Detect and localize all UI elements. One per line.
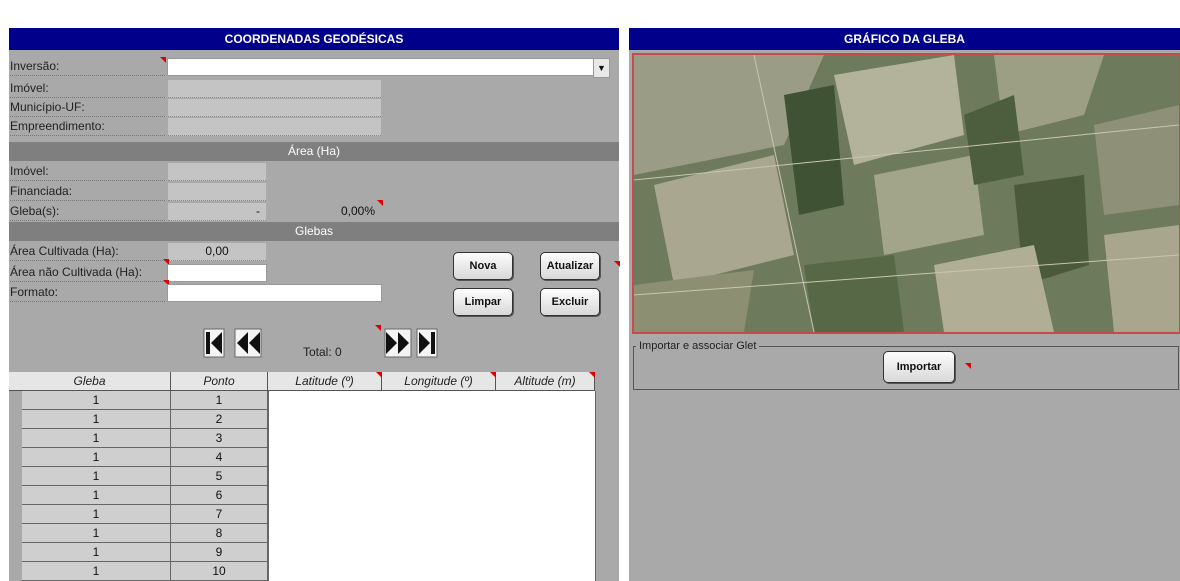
import-group-label: Importar e associar Glet bbox=[636, 340, 760, 352]
area-band: Área (Ha) bbox=[9, 142, 619, 161]
nova-button[interactable]: Nova bbox=[453, 252, 513, 280]
imovel-field[interactable] bbox=[168, 80, 381, 98]
area-imovel-field[interactable] bbox=[168, 163, 266, 181]
area-financiada-label: Financiada: bbox=[10, 183, 165, 201]
comment-marker bbox=[375, 325, 381, 331]
atualizar-button[interactable]: Atualizar bbox=[540, 252, 600, 280]
comment-marker bbox=[965, 363, 971, 369]
table-row-ponto[interactable]: 8 bbox=[171, 524, 268, 543]
chart-title: GRÁFICO DA GLEBA bbox=[629, 28, 1180, 50]
table-row-gleba[interactable]: 1 bbox=[22, 410, 171, 429]
top-margin bbox=[0, 0, 1180, 14]
area-cultivada-field[interactable]: 0,00 bbox=[168, 243, 266, 261]
table-row-gleba[interactable]: 1 bbox=[22, 505, 171, 524]
empreendimento-label: Empreendimento: bbox=[10, 118, 165, 136]
area-financiada-field[interactable] bbox=[168, 183, 266, 201]
table-row-ponto[interactable]: 6 bbox=[171, 486, 268, 505]
coordinates-entry-area[interactable] bbox=[268, 391, 596, 581]
dropdown-arrow-icon[interactable]: ▼ bbox=[593, 58, 610, 78]
header-longitude: Longitude (º) bbox=[382, 372, 496, 391]
imovel-label: Imóvel: bbox=[10, 80, 165, 98]
table-row-ponto[interactable]: 1 bbox=[171, 391, 268, 410]
glebas-band: Glebas bbox=[9, 222, 619, 241]
table-row-gleba[interactable]: 1 bbox=[22, 486, 171, 505]
area-nao-cultivada-input[interactable] bbox=[167, 264, 267, 282]
header-altitude: Altitude (m) bbox=[496, 372, 595, 391]
table-row-gleba[interactable]: 1 bbox=[22, 467, 171, 486]
municipio-label: Município-UF: bbox=[10, 99, 165, 117]
previous-record-icon[interactable] bbox=[234, 328, 262, 358]
next-record-icon[interactable] bbox=[384, 328, 412, 358]
table-row-ponto[interactable]: 10 bbox=[171, 562, 268, 581]
inversao-select[interactable] bbox=[167, 58, 594, 76]
area-nao-cultivada-label: Área não Cultivada (Ha): bbox=[10, 264, 165, 282]
header-gleba: Gleba bbox=[9, 372, 171, 391]
empreendimento-field[interactable] bbox=[168, 118, 381, 136]
formato-label: Formato: bbox=[10, 284, 165, 302]
coordinates-title: COORDENADAS GEODÉSICAS bbox=[9, 28, 619, 50]
comment-marker bbox=[589, 372, 595, 378]
importar-button[interactable]: Importar bbox=[883, 351, 955, 383]
municipio-field[interactable] bbox=[168, 99, 381, 117]
table-row-ponto[interactable]: 9 bbox=[171, 543, 268, 562]
comment-marker bbox=[160, 57, 166, 63]
limpar-button[interactable]: Limpar bbox=[453, 288, 513, 316]
table-row-ponto[interactable]: 3 bbox=[171, 429, 268, 448]
comment-marker bbox=[614, 261, 620, 267]
comment-marker bbox=[377, 200, 383, 206]
area-glebas-percent: 0,00% bbox=[340, 204, 375, 218]
header-latitude: Latitude (º) bbox=[268, 372, 382, 391]
table-row-gleba[interactable]: 1 bbox=[22, 429, 171, 448]
area-cultivada-label: Área Cultivada (Ha): bbox=[10, 243, 165, 261]
satellite-image bbox=[632, 53, 1180, 334]
table-row-ponto[interactable]: 7 bbox=[171, 505, 268, 524]
total-label: Total: 0 bbox=[303, 345, 342, 359]
area-glebas-field[interactable]: - bbox=[168, 203, 266, 221]
inversao-label: Inversão: bbox=[10, 58, 165, 76]
area-glebas-label: Gleba(s): bbox=[10, 203, 165, 221]
excluir-button[interactable]: Excluir bbox=[540, 288, 600, 316]
table-row-ponto[interactable]: 4 bbox=[171, 448, 268, 467]
table-row-ponto[interactable]: 5 bbox=[171, 467, 268, 486]
header-ponto: Ponto bbox=[171, 372, 268, 391]
table-row-ponto[interactable]: 2 bbox=[171, 410, 268, 429]
table-row-gleba[interactable]: 1 bbox=[22, 448, 171, 467]
area-glebas-value: - bbox=[256, 204, 260, 218]
formato-input[interactable] bbox=[167, 284, 382, 302]
table-row-gleba[interactable]: 1 bbox=[22, 524, 171, 543]
table-row-gleba[interactable]: 1 bbox=[22, 391, 171, 410]
aerial-map-image bbox=[634, 55, 1179, 332]
table-row-gleba[interactable]: 1 bbox=[22, 562, 171, 581]
area-imovel-label: Imóvel: bbox=[10, 163, 165, 181]
last-record-icon[interactable] bbox=[416, 328, 438, 358]
table-row-gleba[interactable]: 1 bbox=[22, 543, 171, 562]
panel-separator bbox=[619, 28, 629, 581]
spreadsheet-sheet: COORDENADAS GEODÉSICAS Inversão: ▼ Imóve… bbox=[0, 0, 1180, 581]
first-record-icon[interactable] bbox=[203, 328, 225, 358]
